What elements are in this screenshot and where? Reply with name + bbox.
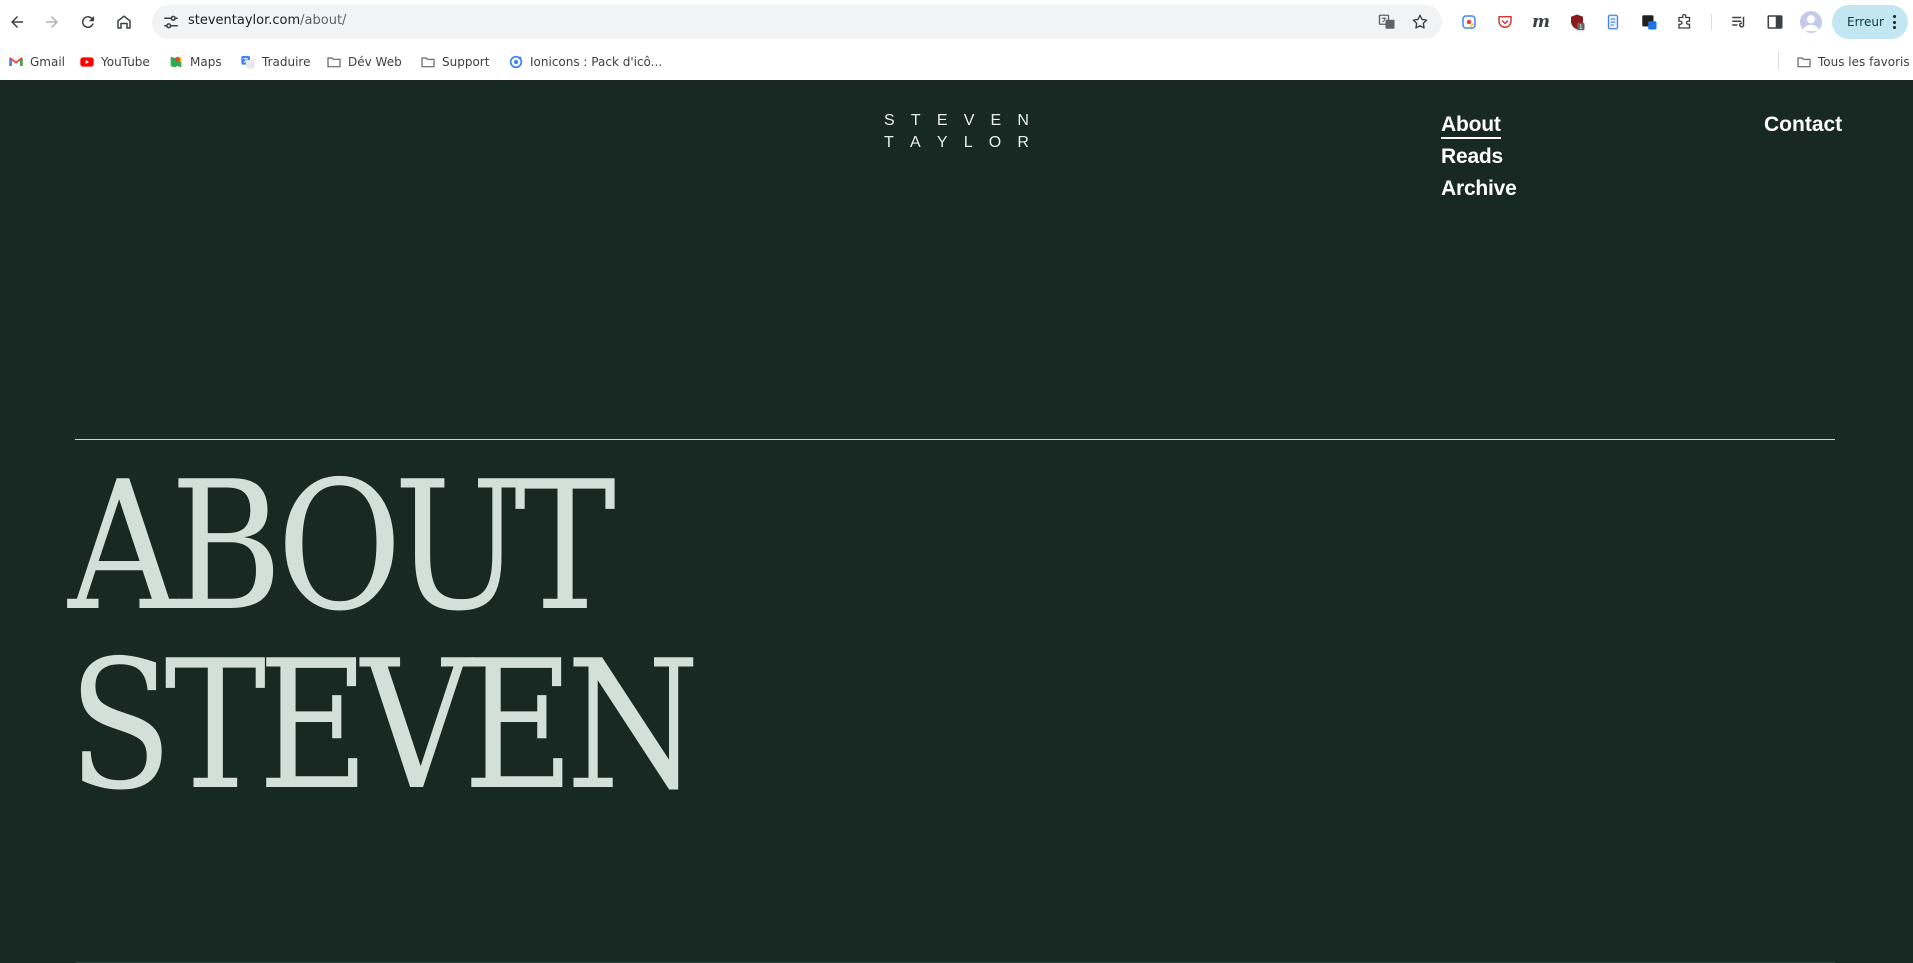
nav-link-label: About <box>1441 113 1501 139</box>
logo-letter: Y <box>936 134 948 151</box>
reading-list-button[interactable] <box>1728 11 1750 33</box>
bookmark-label: Ionicons : Pack d'icô... <box>530 55 663 69</box>
browser-toolbar: steventaylor.com/about/ m 1 Erreur <box>0 0 1913 44</box>
logo-letter: V <box>963 112 975 129</box>
bookmark-label: Traduire <box>262 55 311 69</box>
bookmark-label: Maps <box>190 55 222 69</box>
bookmarks-divider <box>1778 52 1779 70</box>
youtube-icon <box>80 57 94 67</box>
bookmark-all-favorites[interactable]: Tous les favoris <box>1796 52 1910 72</box>
logo-letter: A <box>909 134 921 151</box>
extensions-menu-button[interactable] <box>1674 11 1696 33</box>
logo-letter: T <box>884 134 894 151</box>
section-divider <box>75 439 1835 440</box>
logo-letter: R <box>1017 134 1029 151</box>
gmail-icon <box>9 57 23 66</box>
extension-badge: 1 <box>1579 24 1583 31</box>
nav-link-label: Archive <box>1441 177 1517 200</box>
bookmark-folder-support[interactable]: Support <box>420 52 489 72</box>
site-settings-icon[interactable] <box>162 13 180 31</box>
queue-music-icon <box>1732 16 1745 28</box>
folder-icon <box>1797 57 1811 68</box>
extension-pocket-button[interactable] <box>1494 11 1516 33</box>
puzzle-icon <box>1678 13 1691 29</box>
logo-letter: S <box>884 112 895 129</box>
nav-link-contact[interactable]: Contact <box>1764 109 1842 141</box>
logo-line-steven: S T E V E N <box>884 110 1029 132</box>
extension-active-button[interactable] <box>1638 11 1660 33</box>
url-host: steventaylor.com <box>188 13 301 28</box>
extension-lens-button[interactable] <box>1458 11 1480 33</box>
home-button[interactable] <box>111 9 137 35</box>
site-logo[interactable]: S T E V E N T A Y L O R <box>884 110 1029 154</box>
bookmark-folder-dev-web[interactable]: Dév Web <box>326 52 402 72</box>
kebab-menu-icon <box>1886 13 1902 31</box>
home-icon <box>117 15 131 29</box>
url-path: /about/ <box>300 13 347 28</box>
logo-letter: E <box>990 112 1002 129</box>
translate-icon <box>241 56 255 69</box>
logo-letter: N <box>1017 112 1029 129</box>
reload-icon <box>81 16 94 29</box>
maps-icon <box>170 56 182 68</box>
about-page: S T E V E N T A Y L O R About Reads Arch… <box>0 80 1913 963</box>
address-bar[interactable]: steventaylor.com/about/ <box>152 5 1442 39</box>
nav-link-about[interactable]: About <box>1441 109 1517 141</box>
translate-page-icon[interactable] <box>1378 13 1396 31</box>
page-title-line-2: STEVEN <box>68 622 700 829</box>
bookmarks-bar: Gmail YouTube Maps Traduire Dév Web Supp… <box>0 44 1913 80</box>
document-icon <box>1607 14 1619 30</box>
bookmark-star-icon[interactable] <box>1411 13 1429 31</box>
m-logo-icon: m <box>1532 12 1550 32</box>
folder-icon <box>327 57 341 68</box>
url-text: steventaylor.com/about/ <box>188 13 346 28</box>
back-button[interactable] <box>4 9 30 35</box>
logo-letter: L <box>963 134 973 151</box>
shield-icon: 1 <box>1571 14 1585 31</box>
main-navigation: About Reads Archive <box>1441 109 1517 205</box>
page-title-line-1: ABOUT <box>68 443 616 650</box>
ionicons-icon <box>509 55 523 69</box>
pocket-icon <box>1498 16 1512 28</box>
profile-error-button[interactable]: Erreur <box>1832 5 1908 39</box>
bookmark-label: Support <box>442 55 490 69</box>
profile-error-label: Erreur <box>1847 15 1884 29</box>
arrow-right-icon <box>46 16 58 28</box>
logo-line-taylor: T A Y L O R <box>884 132 1029 154</box>
bookmark-gmail[interactable]: Gmail <box>8 52 65 72</box>
extension-m-button[interactable]: m <box>1530 11 1552 33</box>
logo-letter: O <box>988 134 1002 151</box>
folder-icon <box>421 57 435 68</box>
bookmark-maps[interactable]: Maps <box>168 52 222 72</box>
bookmark-label: Tous les favoris <box>1818 55 1910 69</box>
side-panel-icon <box>1767 15 1783 29</box>
bookmark-ionicons[interactable]: Ionicons : Pack d'icô... <box>508 52 662 72</box>
bookmark-label: Dév Web <box>348 55 402 69</box>
tab-capture-icon <box>1642 15 1657 30</box>
bookmark-youtube[interactable]: YouTube <box>79 52 150 72</box>
google-lens-icon <box>1462 15 1476 29</box>
browser-chrome: steventaylor.com/about/ m 1 Erreur Gmail… <box>0 0 1913 80</box>
profile-avatar[interactable] <box>1800 11 1822 33</box>
arrow-left-icon <box>11 16 23 28</box>
nav-link-archive[interactable]: Archive <box>1441 173 1517 205</box>
logo-letter: E <box>936 112 948 129</box>
bookmark-traduire[interactable]: Traduire <box>240 52 310 72</box>
extension-doc-button[interactable] <box>1602 11 1624 33</box>
reload-button[interactable] <box>75 9 101 35</box>
bookmark-label: YouTube <box>101 55 150 69</box>
bookmark-label: Gmail <box>30 55 66 69</box>
page-title: ABOUT STEVEN <box>68 443 700 829</box>
nav-link-label: Reads <box>1441 145 1504 168</box>
user-icon <box>1802 15 1820 32</box>
nav-link-reads[interactable]: Reads <box>1441 141 1517 173</box>
extension-shield-button[interactable]: 1 <box>1566 11 1588 33</box>
forward-button[interactable] <box>39 9 65 35</box>
logo-letter: T <box>910 112 921 129</box>
side-panel-button[interactable] <box>1764 11 1786 33</box>
toolbar-divider <box>1711 14 1712 30</box>
